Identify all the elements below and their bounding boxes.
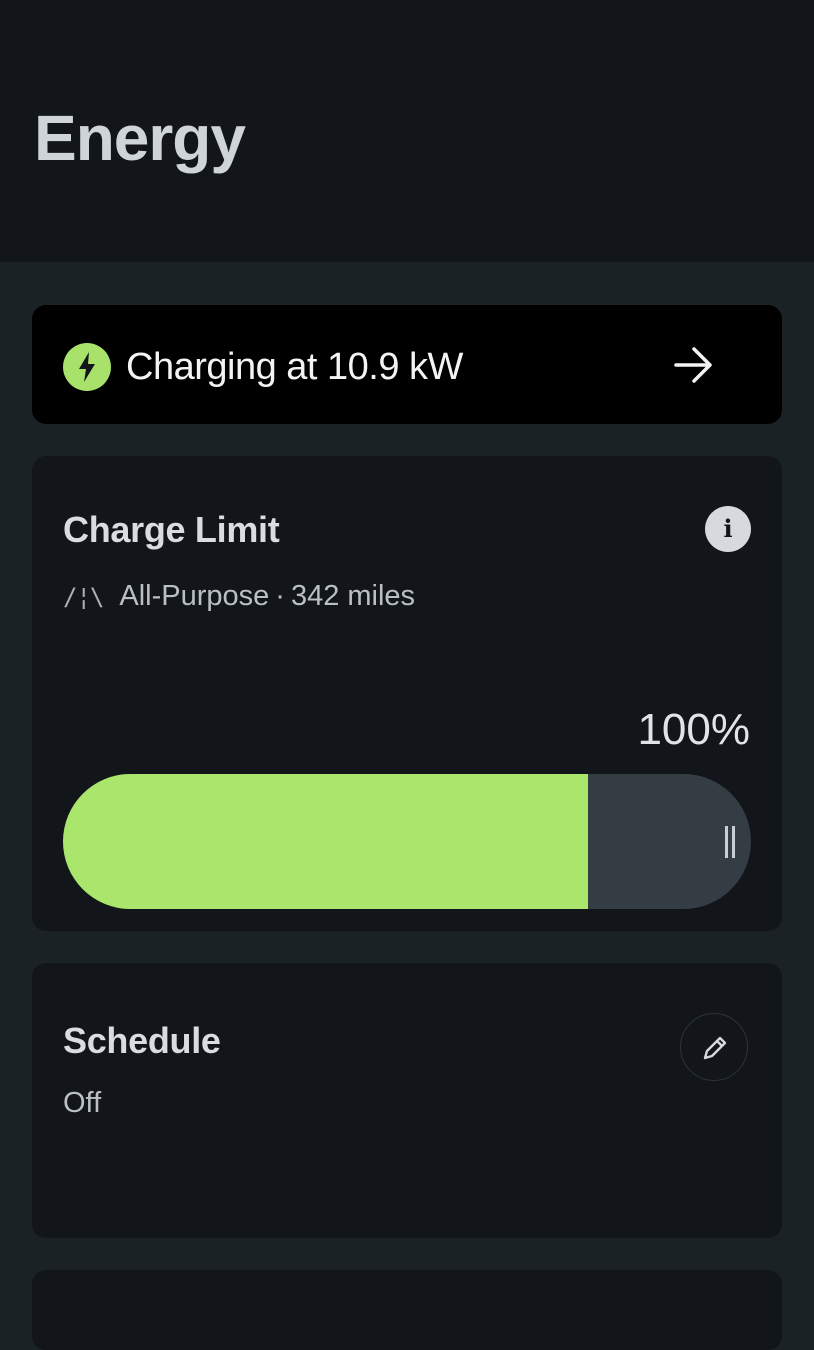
- edit-schedule-button[interactable]: [680, 1013, 748, 1081]
- arrow-right-icon[interactable]: [672, 345, 716, 385]
- slider-handle[interactable]: [725, 826, 735, 858]
- charge-limit-title: Charge Limit: [63, 509, 280, 550]
- lightning-bolt-icon: [63, 343, 111, 391]
- estimated-range: 342 miles: [290, 580, 416, 612]
- charging-status-banner[interactable]: Charging at 10.9 kW: [32, 305, 782, 424]
- pencil-icon: [703, 1036, 727, 1060]
- charge-mode-label: All-Purpose: [119, 580, 270, 612]
- next-card: [32, 1270, 782, 1350]
- schedule-state: Off: [63, 1087, 102, 1119]
- page-title: Energy: [34, 102, 246, 174]
- charge-limit-slider[interactable]: [63, 774, 751, 909]
- top-header: Energy: [0, 0, 814, 262]
- schedule-card: Schedule Off: [32, 963, 782, 1238]
- road-icon: /¦\: [63, 583, 104, 611]
- charge-limit-card: Charge Limit i /¦\ All-Purpose · 342 miles …: [32, 456, 782, 931]
- charge-mode-line: /¦\ All-Purpose · 342 miles: [63, 576, 415, 617]
- separator-dot: ·: [275, 580, 285, 612]
- charge-limit-percent: 100%: [637, 705, 750, 754]
- schedule-title: Schedule: [63, 1020, 221, 1061]
- info-icon[interactable]: i: [705, 506, 751, 552]
- slider-fill: [63, 774, 588, 909]
- charging-status-text: Charging at 10.9 kW: [126, 346, 463, 388]
